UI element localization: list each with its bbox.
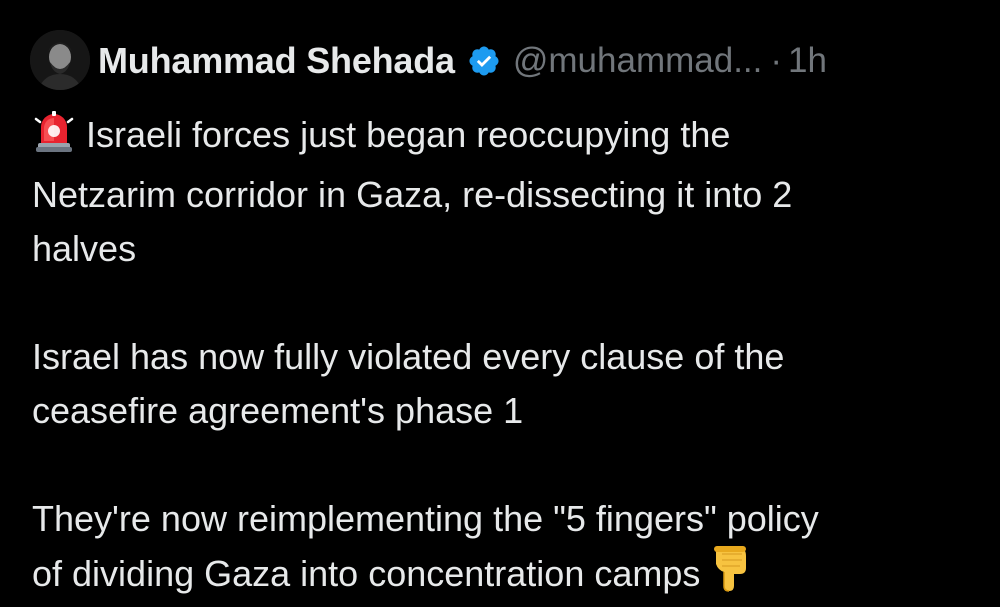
tweet-line-text: of dividing Gaza into concentration camp… xyxy=(32,553,701,594)
tweet[interactable]: Muhammad Shehada @muhammad... · 1h Israe… xyxy=(0,0,1000,604)
tweet-timestamp[interactable]: 1h xyxy=(788,41,827,81)
tweet-text: Israeli forces just began reoccupying th… xyxy=(32,108,982,607)
verified-badge-icon[interactable] xyxy=(467,44,501,78)
separator-dot: · xyxy=(770,41,783,80)
tweet-line: Israel has now fully violated every clau… xyxy=(32,336,785,377)
tweet-line: ceasefire agreement's phase 1 xyxy=(32,390,524,431)
author-name[interactable]: Muhammad Shehada xyxy=(98,40,455,82)
tweet-header: Muhammad Shehada @muhammad... · 1h xyxy=(98,36,827,86)
tweet-line: Netzarim corridor in Gaza, re-dissecting… xyxy=(32,174,793,215)
pointing-down-hand-icon xyxy=(710,546,750,607)
tweet-line: They're now reimplementing the "5 finger… xyxy=(32,498,819,539)
tweet-line: Israeli forces just began reoccupying th… xyxy=(32,108,982,168)
tweet-line: of dividing Gaza into concentration camp… xyxy=(32,546,982,607)
author-handle[interactable]: @muhammad... xyxy=(513,41,763,81)
tweet-line: halves xyxy=(32,228,137,269)
police-siren-icon xyxy=(32,109,76,168)
avatar[interactable] xyxy=(30,30,90,90)
tweet-line-text: Israeli forces just began reoccupying th… xyxy=(86,114,731,155)
